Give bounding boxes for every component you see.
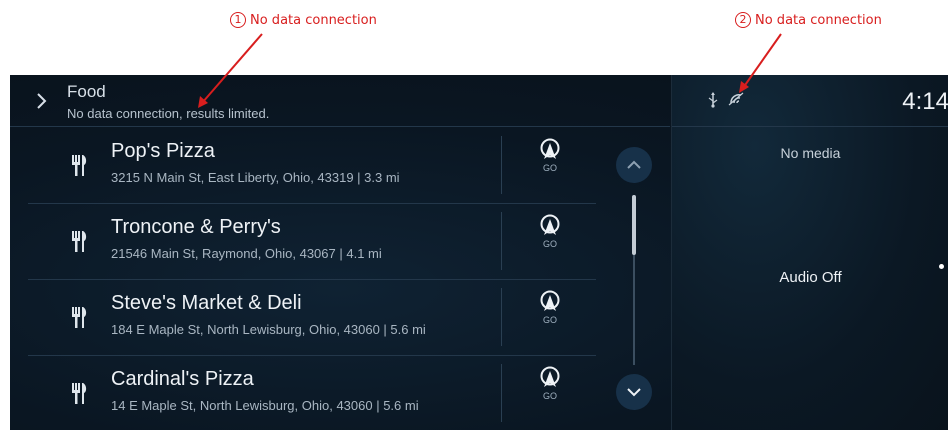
results-list: Pop's Pizza 3215 N Main St, East Liberty… [10,128,610,430]
result-address: 184 E Maple St, North Lewisburg, Ohio, 4… [111,322,426,337]
result-address: 14 E Maple St, North Lewisburg, Ohio, 43… [111,398,419,413]
result-name: Cardinal's Pizza [111,368,254,390]
divider [501,136,502,194]
list-item[interactable]: Pop's Pizza 3215 N Main St, East Liberty… [28,128,596,204]
chevron-right-icon[interactable] [34,91,50,111]
chevron-up-icon [627,160,641,169]
list-item[interactable]: Steve's Market & Deli 184 E Maple St, No… [28,280,596,356]
go-button[interactable]: GO [528,138,572,194]
divider [501,212,502,270]
go-label: GO [542,391,557,401]
clock: 4:14 [902,88,948,115]
category-title: Food [67,82,106,101]
media-panel: 4:14 No media Audio Off [671,75,948,430]
result-address: 21546 Main St, Raymond, Ohio, 43067 | 4.… [111,246,382,261]
annotation-2-text: No data connection [755,13,882,28]
no-data-connection-icon [728,92,744,106]
usb-icon [708,92,718,108]
infotainment-screen: Food No data connection, results limited… [10,75,948,430]
restaurant-icon [72,307,87,328]
annotation-2: 2 No data connection [735,12,882,28]
list-item[interactable]: Cardinal's Pizza 14 E Maple St, North Le… [28,356,596,430]
annotation-strip: 1 No data connection 2 No data connection [0,0,948,75]
result-name: Troncone & Perry's [111,216,281,238]
navigate-icon [540,290,560,311]
go-button[interactable]: GO [528,214,572,270]
annotation-1-number: 1 [230,12,246,28]
navigate-icon [540,138,560,159]
status-bar: 4:14 [672,75,948,127]
chevron-down-icon [627,388,641,397]
restaurant-icon [72,383,87,404]
results-header: Food No data connection, results limited… [10,75,670,127]
navigate-icon [540,214,560,235]
annotation-1-text: No data connection [250,13,377,28]
go-button[interactable]: GO [528,290,572,346]
scroll-up-button[interactable] [616,147,652,183]
navigate-icon [540,366,560,387]
go-label: GO [542,239,557,249]
audio-status[interactable]: Audio Off [672,269,948,286]
result-address: 3215 N Main St, East Liberty, Ohio, 4331… [111,170,400,185]
restaurant-icon [72,231,87,252]
restaurant-icon [72,155,87,176]
result-name: Pop's Pizza [111,140,215,162]
annotation-2-number: 2 [735,12,751,28]
divider [501,288,502,346]
list-item[interactable]: Troncone & Perry's 21546 Main St, Raymon… [28,204,596,280]
page-indicator-dot [939,264,944,269]
go-label: GO [542,315,557,325]
go-button[interactable]: GO [528,366,572,422]
result-name: Steve's Market & Deli [111,292,302,314]
search-results-panel: Food No data connection, results limited… [10,75,670,430]
connection-status-message: No data connection, results limited. [67,106,270,121]
go-label: GO [542,163,557,173]
scrollbar-thumb[interactable] [632,195,636,255]
divider [501,364,502,422]
scroll-down-button[interactable] [616,374,652,410]
media-status: No media [780,145,841,161]
annotation-1: 1 No data connection [230,12,377,28]
